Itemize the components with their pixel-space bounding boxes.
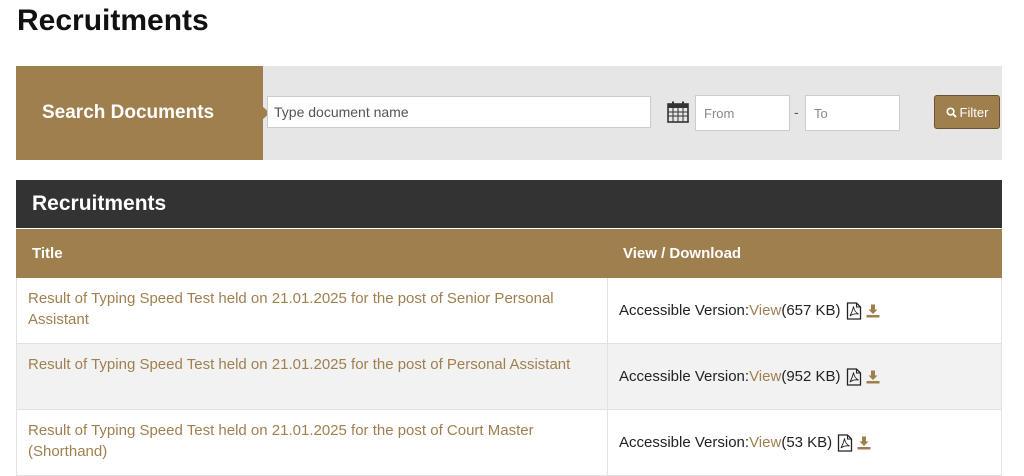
document-name-input[interactable] (267, 96, 651, 128)
view-download-cell: Accessible Version : View (952 KB) (608, 344, 1001, 409)
table-heading: Recruitments (16, 180, 1002, 228)
download-icon[interactable] (866, 370, 880, 384)
document-title-link[interactable]: Result of Typing Speed Test held on 21.0… (17, 278, 608, 343)
view-download-cell: Accessible Version : View (53 KB) (608, 410, 1001, 475)
date-from-input[interactable] (695, 95, 790, 131)
column-header-title: Title (32, 245, 63, 262)
filter-button-label: Filter (959, 104, 989, 120)
view-link[interactable]: View (749, 434, 781, 451)
document-title-link[interactable]: Result of Typing Speed Test held on 21.0… (17, 344, 608, 409)
table-header: Title View / Download (16, 228, 1002, 278)
version-label: Accessible Version (619, 434, 745, 451)
search-label: Search Documents (16, 66, 263, 160)
column-header-view-download: View / Download (623, 245, 742, 262)
version-label: Accessible Version (619, 302, 745, 319)
table-row: Result of Typing Speed Test held on 21.0… (16, 410, 1002, 476)
file-size: (952 KB) (781, 368, 841, 385)
calendar-icon[interactable] (667, 101, 689, 123)
file-size: (657 KB) (781, 302, 841, 319)
version-label: Accessible Version (619, 368, 745, 385)
pdf-icon[interactable] (837, 433, 853, 452)
view-download-cell: Accessible Version : View (657 KB) (608, 278, 1001, 343)
page-title: Recruitments (17, 4, 209, 37)
view-link[interactable]: View (749, 368, 781, 385)
pdf-icon[interactable] (846, 367, 862, 386)
download-icon[interactable] (866, 304, 880, 318)
pdf-icon[interactable] (846, 301, 862, 320)
date-to-input[interactable] (805, 95, 900, 131)
document-title-link[interactable]: Result of Typing Speed Test held on 21.0… (17, 410, 608, 475)
search-bar: Search Documents - Filter (16, 66, 1002, 160)
view-link[interactable]: View (749, 302, 781, 319)
recruitments-table: Recruitments Title View / Download Resul… (16, 180, 1002, 476)
search-icon (946, 106, 957, 118)
filter-button[interactable]: Filter (934, 95, 1000, 129)
table-row: Result of Typing Speed Test held on 21.0… (16, 344, 1002, 410)
file-size: (53 KB) (781, 434, 833, 451)
date-separator: - (794, 104, 799, 120)
download-icon[interactable] (857, 436, 871, 450)
table-row: Result of Typing Speed Test held on 21.0… (16, 278, 1002, 344)
